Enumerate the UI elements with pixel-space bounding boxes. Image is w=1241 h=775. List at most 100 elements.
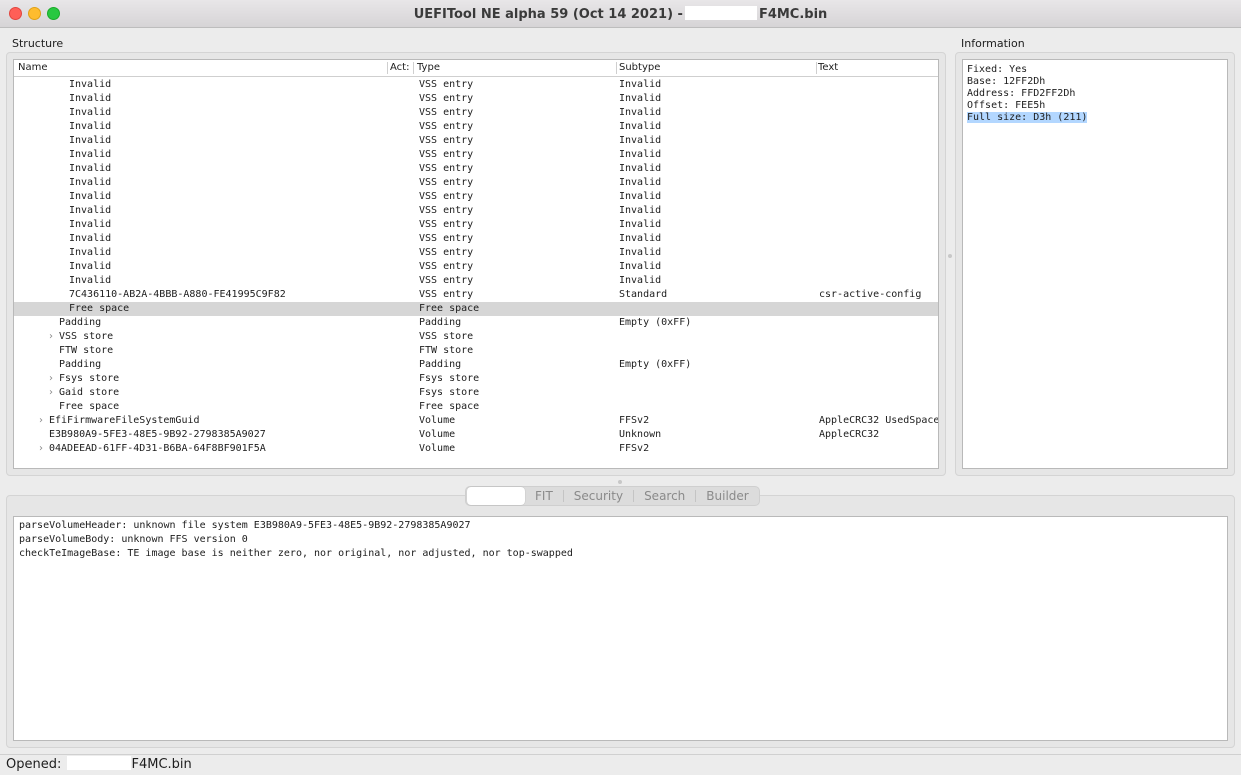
information-text: Full size: D3h (211) — [967, 112, 1088, 123]
chevron-right-icon[interactable]: › — [49, 386, 53, 400]
tree-cell-subtype: Invalid — [619, 261, 662, 272]
tree-cell-type: Volume — [419, 443, 456, 454]
tab-messages[interactable] — [467, 487, 525, 505]
tree-cell-type: VSS entry — [419, 191, 474, 202]
column-header-action[interactable]: Act: — [390, 62, 409, 73]
information-text: Fixed: Yes — [967, 64, 1028, 75]
messages-list[interactable]: parseVolumeHeader: unknown file system E… — [13, 516, 1228, 741]
tree-row[interactable]: Invalid VSS entry Invalid — [14, 92, 938, 106]
chevron-right-icon[interactable]: › — [49, 372, 53, 386]
tree-cell-subtype: Unknown — [619, 429, 662, 440]
tree-cell-subtype: Invalid — [619, 205, 662, 216]
structure-tree[interactable]: Name Act: Type Subtype Text Invalid VSS e… — [13, 59, 939, 469]
tree-row[interactable]: Padding Padding Empty (0xFF) — [14, 316, 938, 330]
tree-row[interactable]: Invalid VSS entry Invalid — [14, 134, 938, 148]
tree-cell-type: VSS entry — [419, 177, 474, 188]
tree-row[interactable]: Invalid VSS entry Invalid — [14, 176, 938, 190]
tree-row[interactable]: › EfiFirmwareFileSystemGuid Volume FFSv2 App… — [14, 414, 938, 428]
information-line[interactable]: Base: 12FF2Dh — [967, 76, 1223, 88]
tree-cell-subtype: Invalid — [619, 275, 662, 286]
tree-cell-name: Free space — [69, 303, 130, 314]
tree-row[interactable]: Invalid VSS entry Invalid — [14, 218, 938, 232]
tab-security[interactable]: Security — [564, 487, 633, 505]
tree-cell-name: Invalid — [69, 205, 112, 216]
tab-search[interactable]: Search — [634, 487, 695, 505]
tree-cell-type: VSS entry — [419, 261, 474, 272]
tree-cell-name: Invalid — [69, 177, 112, 188]
tree-cell-type: Volume — [419, 429, 456, 440]
tree-cell-type: VSS entry — [419, 149, 474, 160]
tree-cell-text: AppleCRC32 — [819, 429, 880, 440]
tree-cell-text: csr-active-config — [819, 289, 922, 300]
message-line[interactable]: parseVolumeHeader: unknown file system E… — [19, 519, 1222, 533]
tree-cell-type: VSS entry — [419, 289, 474, 300]
tree-row[interactable]: FTW store FTW store — [14, 344, 938, 358]
tab-fit[interactable]: FIT — [525, 487, 563, 505]
vertical-splitter-handle[interactable] — [948, 254, 952, 258]
information-panel[interactable]: Fixed: Yes Base: 12FF2Dh Address: FFD2FF2D… — [962, 59, 1228, 469]
information-label: Information — [961, 37, 1025, 50]
status-prefix: Opened: — [6, 757, 62, 772]
information-text: Address: FFD2FF2Dh — [967, 88, 1076, 99]
tree-row[interactable]: › Gaid store Fsys store — [14, 386, 938, 400]
tree-row[interactable]: › 04ADEEAD-61FF-4D31-B6BA-64F8BF901F5A Vol… — [14, 442, 938, 456]
tree-rows: Invalid VSS entry Invalid Invalid VSS entry I… — [14, 78, 938, 456]
tree-cell-subtype: Empty (0xFF) — [619, 359, 692, 370]
tree-row[interactable]: › VSS store VSS store — [14, 330, 938, 344]
tree-row[interactable]: Invalid VSS entry Invalid — [14, 260, 938, 274]
tree-cell-name: Invalid — [69, 93, 112, 104]
column-header-text[interactable]: Text — [818, 62, 838, 73]
column-header-subtype[interactable]: Subtype — [619, 62, 660, 73]
tree-row[interactable]: 7C436110-AB2A-4BBB-A880-FE41995C9F82 VSS … — [14, 288, 938, 302]
tree-cell-subtype: Invalid — [619, 191, 662, 202]
information-lines: Fixed: Yes Base: 12FF2Dh Address: FFD2FF2D… — [967, 64, 1223, 124]
tree-row[interactable]: Invalid VSS entry Invalid — [14, 232, 938, 246]
tree-cell-type: Fsys store — [419, 373, 480, 384]
tree-cell-subtype: Invalid — [619, 79, 662, 90]
tree-cell-name: VSS store — [59, 331, 114, 342]
column-header-type[interactable]: Type — [417, 62, 440, 73]
tree-row[interactable]: Invalid VSS entry Invalid — [14, 148, 938, 162]
column-header-name[interactable]: Name — [18, 62, 48, 73]
chevron-right-icon[interactable]: › — [39, 414, 43, 428]
tree-row[interactable]: Free space Free space — [14, 302, 938, 316]
tab-builder[interactable]: Builder — [696, 487, 758, 505]
chevron-right-icon[interactable]: › — [49, 330, 53, 344]
tree-row[interactable]: Invalid VSS entry Invalid — [14, 274, 938, 288]
tree-row[interactable]: Free space Free space — [14, 400, 938, 414]
information-text: Base: 12FF2Dh — [967, 76, 1046, 87]
tree-cell-type: Padding — [419, 359, 462, 370]
status-bar: Opened: F4MC.bin — [0, 754, 1241, 775]
tree-cell-subtype: Invalid — [619, 163, 662, 174]
tree-cell-type: VSS entry — [419, 233, 474, 244]
tree-row[interactable]: Invalid VSS entry Invalid — [14, 78, 938, 92]
tree-row[interactable]: › Fsys store Fsys store — [14, 372, 938, 386]
tree-cell-subtype: FFSv2 — [619, 415, 650, 426]
tree-cell-type: VSS entry — [419, 135, 474, 146]
chevron-right-icon[interactable]: › — [39, 442, 43, 456]
tree-row[interactable]: Invalid VSS entry Invalid — [14, 190, 938, 204]
tree-cell-type: VSS store — [419, 331, 474, 342]
tree-row[interactable]: Padding Padding Empty (0xFF) — [14, 358, 938, 372]
tree-row[interactable]: Invalid VSS entry Invalid — [14, 120, 938, 134]
tree-cell-type: Volume — [419, 415, 456, 426]
information-line[interactable]: Offset: FEE5h — [967, 100, 1223, 112]
tree-cell-subtype: Invalid — [619, 247, 662, 258]
column-separator[interactable] — [387, 62, 388, 74]
information-line[interactable]: Address: FFD2FF2Dh — [967, 88, 1223, 100]
tree-row[interactable]: Invalid VSS entry Invalid — [14, 204, 938, 218]
tree-cell-name: Invalid — [69, 219, 112, 230]
tree-row[interactable]: Invalid VSS entry Invalid — [14, 162, 938, 176]
tree-row[interactable]: E3B980A9-5FE3-48E5-9B92-2798385A9027 Volu… — [14, 428, 938, 442]
horizontal-splitter-handle[interactable] — [618, 480, 622, 484]
information-line[interactable]: Fixed: Yes — [967, 64, 1223, 76]
tree-cell-name: EfiFirmwareFileSystemGuid — [49, 415, 200, 426]
column-separator[interactable] — [413, 62, 414, 74]
information-line[interactable]: Full size: D3h (211) — [967, 112, 1223, 124]
message-line[interactable]: checkTeImageBase: TE image base is neith… — [19, 547, 1222, 561]
column-separator[interactable] — [816, 62, 817, 74]
column-separator[interactable] — [616, 62, 617, 74]
message-line[interactable]: parseVolumeBody: unknown FFS version 0 — [19, 533, 1222, 547]
tree-row[interactable]: Invalid VSS entry Invalid — [14, 246, 938, 260]
tree-row[interactable]: Invalid VSS entry Invalid — [14, 106, 938, 120]
